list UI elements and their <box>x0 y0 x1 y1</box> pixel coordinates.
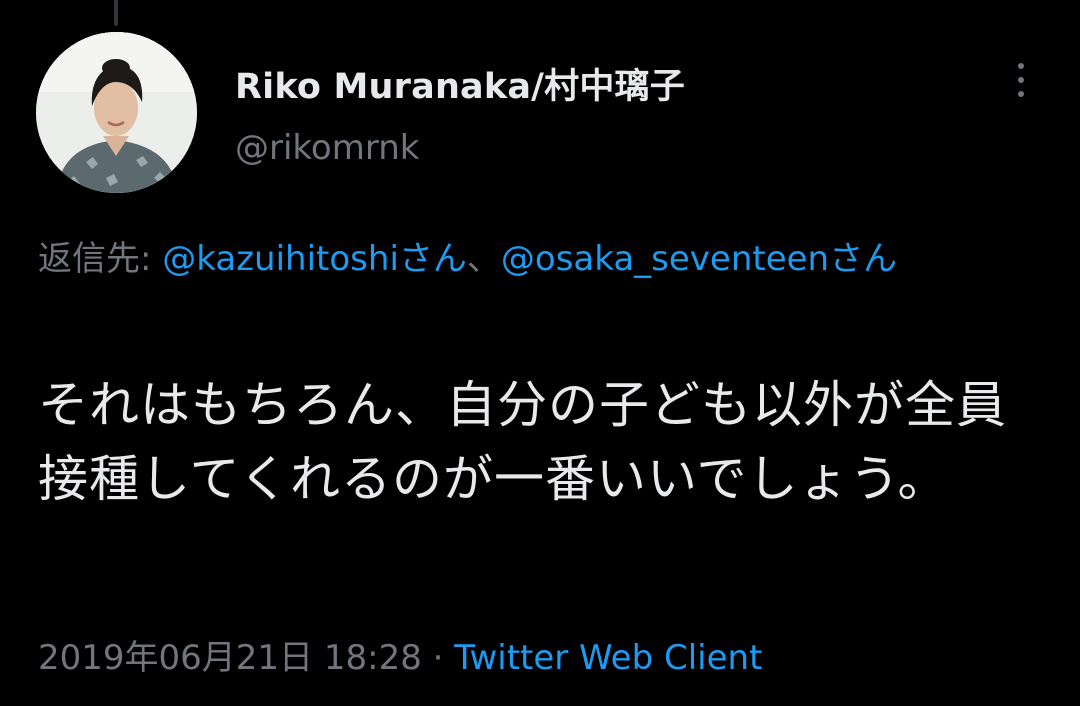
tweet-source-link[interactable]: Twitter Web Client <box>454 638 762 678</box>
meta-separator: · <box>432 638 444 678</box>
replying-to: 返信先: @kazuihitoshiさん、@osaka_seventeenさん <box>38 232 1043 286</box>
reply-prefix: 返信先: <box>38 239 152 279</box>
more-options-button[interactable] <box>1004 60 1038 100</box>
avatar[interactable] <box>36 32 197 193</box>
reply-separator: 、 <box>466 239 501 279</box>
thread-connector-line <box>114 0 118 26</box>
author-handle[interactable]: @rikomrnk <box>235 128 419 168</box>
tweet-timestamp[interactable]: 2019年06月21日 18:28 <box>38 638 422 678</box>
reply-mention-osaka-seventeen[interactable]: @osaka_seventeenさん <box>501 239 897 279</box>
tweet-text: それはもちろん、自分の子ども以外が全員接種してくれるのが一番いいでしょう。 <box>38 376 1007 508</box>
author-display-name[interactable]: Riko Muranaka/村中璃子 <box>235 58 685 109</box>
tweet-meta: 2019年06月21日 18:28 · Twitter Web Client <box>38 630 762 679</box>
profile-photo-icon <box>36 32 197 193</box>
reply-mention-kazuihitoshi[interactable]: @kazuihitoshiさん <box>162 239 467 279</box>
